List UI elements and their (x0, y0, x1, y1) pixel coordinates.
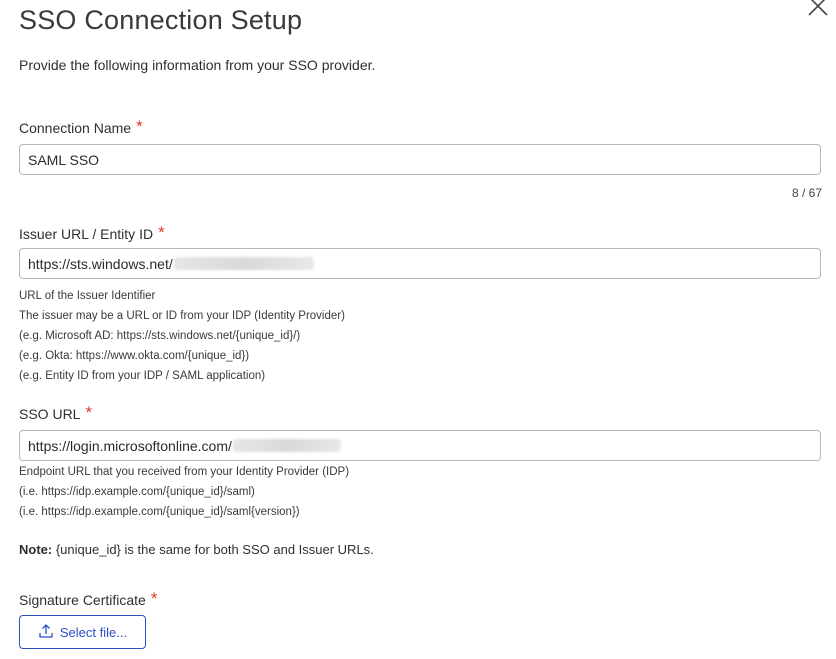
connection-name-input[interactable]: SAML SSO (19, 144, 821, 175)
required-marker: * (85, 403, 93, 422)
sso-url-help: Endpoint URL that you received from your… (19, 462, 349, 522)
dialog-subtitle: Provide the following information from y… (19, 57, 376, 73)
issuer-help-line: URL of the Issuer Identifier (19, 290, 156, 302)
note-prefix: Note: (19, 542, 53, 557)
connection-name-value: SAML SSO (28, 151, 100, 168)
signature-certificate-label-text: Signature Certificate (19, 592, 146, 608)
required-marker: * (150, 589, 158, 608)
redacted-id (232, 439, 341, 452)
unique-id-note: Note: {unique_id} is the same for both S… (19, 542, 374, 557)
redacted-id (173, 257, 314, 270)
signature-certificate-label: Signature Certificate * (19, 589, 158, 610)
dialog-title: SSO Connection Setup (19, 5, 303, 35)
sso-url-label-text: SSO URL (19, 406, 81, 422)
sso-url-label: SSO URL * (19, 403, 93, 424)
issuer-help-line: (e.g. Okta: https://www.okta.com/{unique… (19, 350, 250, 362)
issuer-url-label-text: Issuer URL / Entity ID (19, 226, 154, 242)
select-file-label: Select file... (59, 624, 128, 640)
sso-setup-dialog: SSO Connection Setup Provide the followi… (0, 0, 836, 659)
required-marker: * (136, 117, 143, 136)
issuer-help-line: (e.g. Microsoft AD: https://sts.windows.… (19, 330, 301, 342)
issuer-url-help: URL of the Issuer Identifier The issuer … (19, 286, 345, 386)
connection-name-label: Connection Name * (19, 117, 143, 138)
issuer-url-value: https://sts.windows.net/ (28, 255, 173, 272)
connection-name-char-counter: 8 / 67 (791, 186, 822, 200)
issuer-help-line: (e.g. Entity ID from your IDP / SAML app… (19, 370, 266, 382)
sso-url-value: https://login.microsoftonline.com/ (28, 437, 232, 454)
issuer-url-input[interactable]: https://sts.windows.net/ (19, 248, 821, 279)
upload-icon (38, 623, 54, 642)
sso-help-line: (i.e. https://idp.example.com/{unique_id… (19, 486, 255, 498)
sso-help-line: (i.e. https://idp.example.com/{unique_id… (19, 506, 300, 518)
connection-name-label-text: Connection Name (19, 120, 132, 136)
sso-url-input[interactable]: https://login.microsoftonline.com/ (19, 430, 821, 461)
required-marker: * (158, 223, 165, 242)
issuer-help-line: The issuer may be a URL or ID from your … (19, 310, 345, 322)
select-file-button[interactable]: Select file... (19, 615, 146, 649)
sso-help-line: Endpoint URL that you received from your… (19, 466, 350, 478)
issuer-url-label: Issuer URL / Entity ID * (19, 223, 165, 244)
note-text: {unique_id} is the same for both SSO and… (52, 542, 374, 557)
close-icon[interactable] (806, 0, 830, 18)
